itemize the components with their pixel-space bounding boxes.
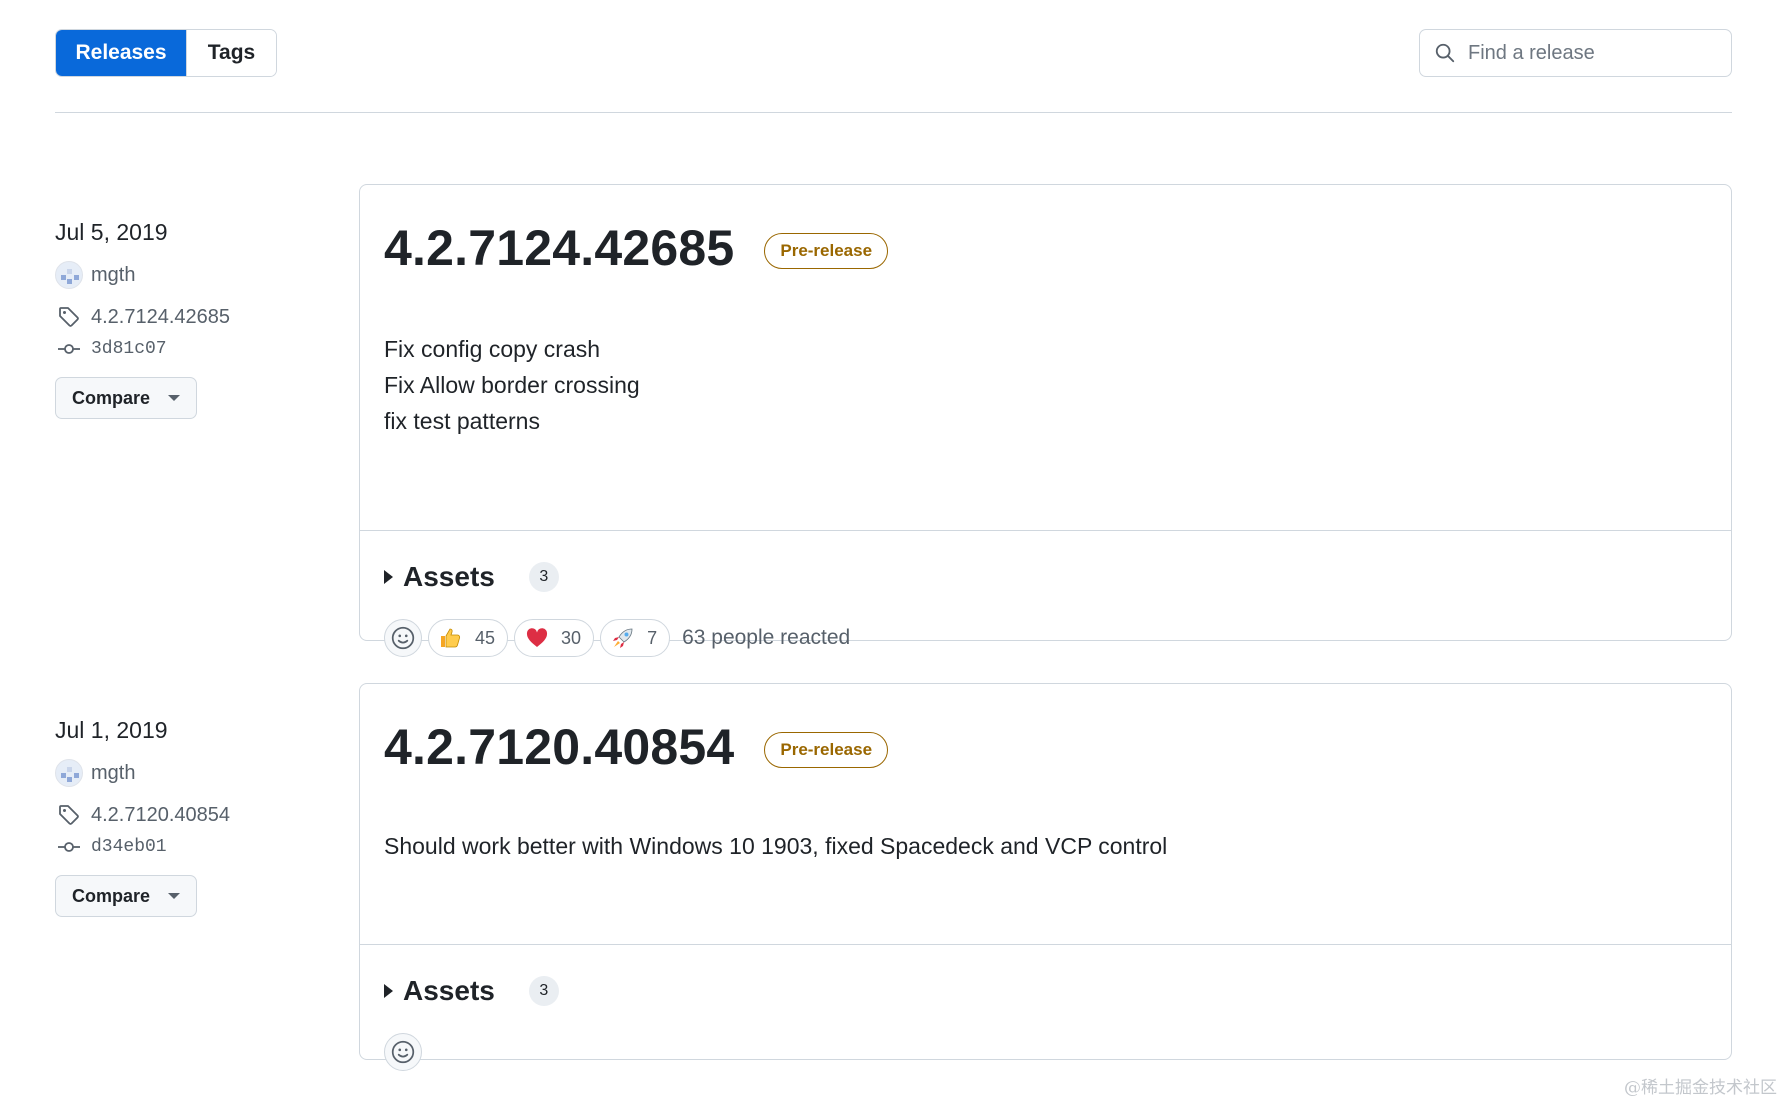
- tag-row[interactable]: 4.2.7120.40854: [55, 801, 305, 829]
- release-title[interactable]: 4.2.7120.40854: [384, 718, 734, 776]
- triangle-right-icon: [384, 570, 393, 584]
- tab-releases[interactable]: Releases: [56, 30, 186, 76]
- author-row[interactable]: mgth: [55, 759, 305, 787]
- release-card: 4.2.7120.40854 Pre-release Should work b…: [359, 683, 1732, 1071]
- tab-tags[interactable]: Tags: [186, 30, 276, 76]
- assets-label[interactable]: Assets: [403, 975, 495, 1007]
- thumbs-up-icon: [441, 628, 461, 648]
- release-notes: Should work better with Windows 10 1903,…: [360, 776, 1731, 944]
- tag-name[interactable]: 4.2.7124.42685: [91, 306, 230, 329]
- commit-hash[interactable]: 3d81c07: [91, 339, 167, 359]
- watermark: @稀土掘金技术社区: [1624, 1078, 1777, 1098]
- release-note-line: Should work better with Windows 10 1903,…: [384, 833, 1168, 859]
- assets-label[interactable]: Assets: [403, 561, 495, 593]
- prerelease-badge: Pre-release: [764, 732, 889, 768]
- release-title[interactable]: 4.2.7124.42685: [384, 219, 734, 277]
- author-name[interactable]: mgth: [91, 762, 135, 785]
- release-note-line: fix test patterns: [384, 408, 540, 434]
- assets-toggle[interactable]: Assets 3: [360, 975, 1731, 1007]
- reactions-summary: 63 people reacted: [682, 626, 851, 649]
- assets-count: 3: [528, 976, 559, 1006]
- reaction-count: 45: [475, 627, 496, 648]
- heart-icon: [526, 628, 548, 647]
- commit-row[interactable]: 3d81c07: [55, 335, 305, 363]
- card-divider: [360, 944, 1731, 945]
- add-reaction-button[interactable]: [384, 619, 422, 657]
- header-divider: [55, 112, 1732, 113]
- compare-label: Compare: [71, 885, 151, 906]
- smiley-icon: [391, 1040, 415, 1064]
- commit-row[interactable]: d34eb01: [55, 833, 305, 861]
- release-note-line: Fix Allow border crossing: [384, 372, 640, 398]
- chevron-down-icon: [168, 395, 181, 401]
- commit-hash[interactable]: d34eb01: [91, 837, 167, 857]
- release-date: Jul 1, 2019: [55, 717, 168, 743]
- author-name[interactable]: mgth: [91, 264, 135, 287]
- reactions-bar: [360, 1033, 1731, 1071]
- reactions-bar: 45 30 7 63 people reacted: [360, 619, 1731, 657]
- rocket-icon: [613, 628, 633, 648]
- prerelease-badge: Pre-release: [764, 233, 889, 269]
- reaction-heart[interactable]: 30: [514, 619, 595, 657]
- reaction-count: 30: [561, 627, 582, 648]
- compare-button[interactable]: Compare: [55, 377, 197, 419]
- release-note-line: Fix config copy crash: [384, 336, 601, 362]
- commit-icon: [55, 833, 83, 861]
- release-meta: Jul 5, 2019 mgth 4.2.7124.42685 3d81c07 …: [55, 219, 305, 419]
- assets-count: 3: [528, 562, 559, 592]
- compare-label: Compare: [71, 387, 151, 408]
- reaction-count: 7: [647, 627, 658, 648]
- assets-toggle[interactable]: Assets 3: [360, 561, 1731, 593]
- tag-row[interactable]: 4.2.7124.42685: [55, 303, 305, 331]
- release-date: Jul 5, 2019: [55, 219, 168, 245]
- search-icon: [1435, 43, 1455, 63]
- search-input[interactable]: [1468, 41, 1718, 65]
- compare-button[interactable]: Compare: [55, 875, 197, 917]
- tag-icon: [55, 303, 83, 331]
- card-divider: [360, 530, 1731, 531]
- release-header: 4.2.7120.40854 Pre-release: [360, 684, 1731, 776]
- author-row[interactable]: mgth: [55, 261, 305, 289]
- smiley-icon: [391, 626, 415, 650]
- add-reaction-button[interactable]: [384, 1033, 422, 1071]
- tag-name[interactable]: 4.2.7120.40854: [91, 804, 230, 827]
- avatar: [55, 759, 83, 787]
- avatar: [55, 261, 83, 289]
- release-meta: Jul 1, 2019 mgth 4.2.7120.40854 d34eb01 …: [55, 717, 305, 917]
- release-header: 4.2.7124.42685 Pre-release: [360, 185, 1731, 277]
- release-notes: Fix config copy crash Fix Allow border c…: [360, 277, 1731, 530]
- releases-tags-toggle: Releases Tags: [55, 29, 277, 77]
- commit-icon: [55, 335, 83, 363]
- triangle-right-icon: [384, 984, 393, 998]
- releases-page: Releases Tags Jul 5, 2019 mgth 4.2.7124.…: [0, 0, 1787, 1102]
- reaction-thumbs-up[interactable]: 45: [428, 619, 509, 657]
- tag-icon: [55, 801, 83, 829]
- release-card: 4.2.7124.42685 Pre-release Fix config co…: [359, 184, 1732, 657]
- chevron-down-icon: [168, 893, 181, 899]
- search-box[interactable]: [1419, 29, 1732, 77]
- reaction-rocket[interactable]: 7: [600, 619, 671, 657]
